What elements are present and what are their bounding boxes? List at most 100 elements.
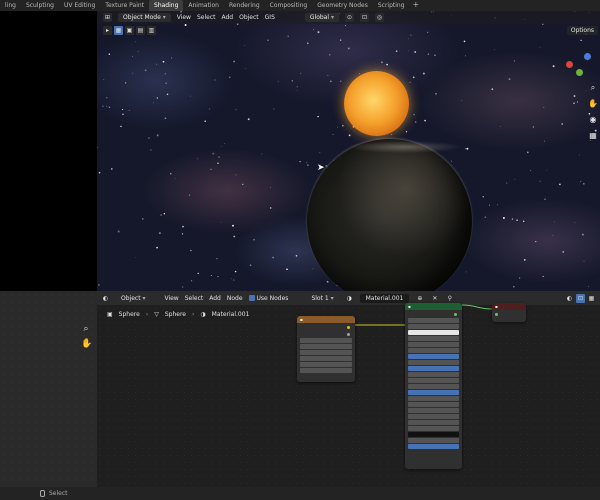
node-value-field[interactable] — [408, 438, 459, 443]
node-value-field[interactable] — [408, 402, 459, 407]
menu-gis[interactable]: GIS — [265, 14, 275, 21]
star-dot — [160, 214, 162, 216]
snap-icon[interactable]: ⊡ — [359, 13, 369, 22]
base-color-field[interactable] — [408, 330, 459, 335]
star-dot — [120, 125, 122, 128]
star-dot — [506, 182, 508, 184]
node-value-field[interactable] — [408, 396, 459, 401]
gizmo-z-icon[interactable] — [584, 53, 591, 60]
3d-viewport[interactable]: ⊞ Object Mode View Select Add Object GIS… — [97, 11, 600, 291]
star-dot — [412, 76, 415, 79]
gizmo-x-icon[interactable] — [566, 61, 573, 68]
select-box-icon[interactable]: ▦ — [114, 26, 123, 35]
node-dropdown-field[interactable] — [408, 318, 459, 323]
material-output-node[interactable]: ▪ — [492, 303, 526, 322]
viewport-header: ⊞ Object Mode View Select Add Object GIS… — [97, 11, 600, 24]
mode-dropdown[interactable]: Object Mode — [118, 13, 171, 22]
add-workspace-button[interactable]: + — [410, 0, 423, 11]
node-value-field[interactable] — [408, 372, 459, 377]
node-value-field[interactable] — [408, 390, 459, 395]
star-dot — [500, 126, 502, 127]
tab-modeling[interactable]: ling — [0, 0, 21, 11]
star-dot — [348, 134, 351, 137]
star-dot — [583, 260, 585, 262]
planet-sphere[interactable] — [307, 139, 472, 291]
star-dot — [574, 222, 576, 224]
node-value-field[interactable] — [408, 366, 459, 371]
shader-node-editor[interactable]: ◐ Object View Select Add Node Use Nodes … — [97, 291, 600, 487]
principled-bsdf-node[interactable]: ▪ — [405, 303, 462, 469]
node-dropdown-field[interactable] — [408, 324, 459, 329]
node-dropdown-field[interactable] — [300, 344, 352, 349]
tab-shading[interactable]: Shading — [149, 0, 184, 11]
tab-geometry-nodes[interactable]: Geometry Nodes — [312, 0, 373, 11]
star-dot — [530, 170, 532, 171]
viewport-nav-tools: ⌕ ✋ ◉ ▦ — [588, 83, 598, 141]
proportional-icon[interactable]: ◎ — [374, 13, 384, 22]
menu-add[interactable]: Add — [221, 14, 233, 21]
node-value-field[interactable] — [408, 360, 459, 365]
node-value-field[interactable] — [408, 426, 459, 431]
tab-animation[interactable]: Animation — [183, 0, 224, 11]
node-dropdown-field[interactable] — [300, 362, 352, 367]
star-dot — [102, 105, 104, 108]
play-icon[interactable]: ▸ — [103, 26, 112, 35]
menu-view[interactable]: View — [177, 14, 191, 21]
star-dot — [287, 35, 289, 37]
backdrop-icon[interactable]: ▦ — [587, 294, 596, 303]
emission-color-field[interactable] — [408, 432, 459, 437]
editor-type-icon[interactable]: ⊞ — [103, 13, 112, 22]
star-dot — [409, 81, 411, 83]
hand-icon[interactable]: ✋ — [81, 339, 92, 349]
tab-texture-paint[interactable]: Texture Paint — [100, 0, 149, 11]
select-subtract-icon[interactable]: ▤ — [136, 26, 145, 35]
orientation-dropdown[interactable]: Global — [304, 13, 339, 22]
image-selector-field[interactable] — [300, 338, 352, 343]
node-value-field[interactable] — [408, 348, 459, 353]
node-value-field[interactable] — [408, 378, 459, 383]
tab-compositing[interactable]: Compositing — [265, 0, 313, 11]
select-extend-icon[interactable]: ▣ — [125, 26, 134, 35]
camera-icon[interactable]: ◉ — [588, 115, 598, 125]
node-value-field[interactable] — [408, 354, 459, 359]
node-dropdown-field[interactable] — [300, 350, 352, 355]
hand-icon[interactable]: ✋ — [588, 99, 598, 109]
tab-sculpting[interactable]: Sculpting — [21, 0, 59, 11]
node-value-field[interactable] — [408, 420, 459, 425]
star-dot — [108, 106, 111, 109]
node-dropdown-field[interactable] — [300, 368, 352, 373]
star-dot — [98, 284, 100, 286]
node-value-field[interactable] — [408, 444, 459, 449]
star-dot — [233, 279, 235, 281]
node-value-field[interactable] — [408, 384, 459, 389]
menu-select[interactable]: Select — [197, 14, 216, 21]
overlay-icon[interactable]: ◐ — [565, 294, 574, 303]
node-header: ▪ — [492, 303, 526, 310]
star-dot — [291, 80, 293, 82]
navigation-gizmo[interactable] — [566, 49, 594, 77]
snap-icon[interactable]: ⊡ — [576, 294, 585, 303]
node-value-field[interactable] — [408, 342, 459, 347]
node-value-field[interactable] — [408, 408, 459, 413]
options-button[interactable]: Options — [566, 26, 598, 35]
node-value-field[interactable] — [408, 336, 459, 341]
mouse-icon — [40, 490, 45, 497]
node-dropdown-field[interactable] — [300, 356, 352, 361]
star-dot — [156, 246, 158, 249]
sun-sphere — [344, 71, 409, 136]
tab-scripting[interactable]: Scripting — [373, 0, 410, 11]
zoom-icon[interactable]: ⌕ — [588, 83, 598, 93]
grid-icon[interactable]: ▦ — [588, 131, 598, 141]
star-dot — [210, 168, 212, 171]
node-value-field[interactable] — [408, 414, 459, 419]
node-output-row — [297, 330, 355, 337]
tab-rendering[interactable]: Rendering — [224, 0, 265, 11]
select-intersect-icon[interactable]: ▥ — [147, 26, 156, 35]
gizmo-y-icon[interactable] — [576, 69, 583, 76]
star-dot — [552, 65, 555, 68]
zoom-icon[interactable]: ⌕ — [81, 324, 91, 334]
pivot-icon[interactable]: ⊙ — [344, 13, 354, 22]
tab-uv-editing[interactable]: UV Editing — [59, 0, 100, 11]
image-texture-node[interactable]: ▪ — [297, 316, 355, 382]
menu-object[interactable]: Object — [239, 14, 259, 21]
